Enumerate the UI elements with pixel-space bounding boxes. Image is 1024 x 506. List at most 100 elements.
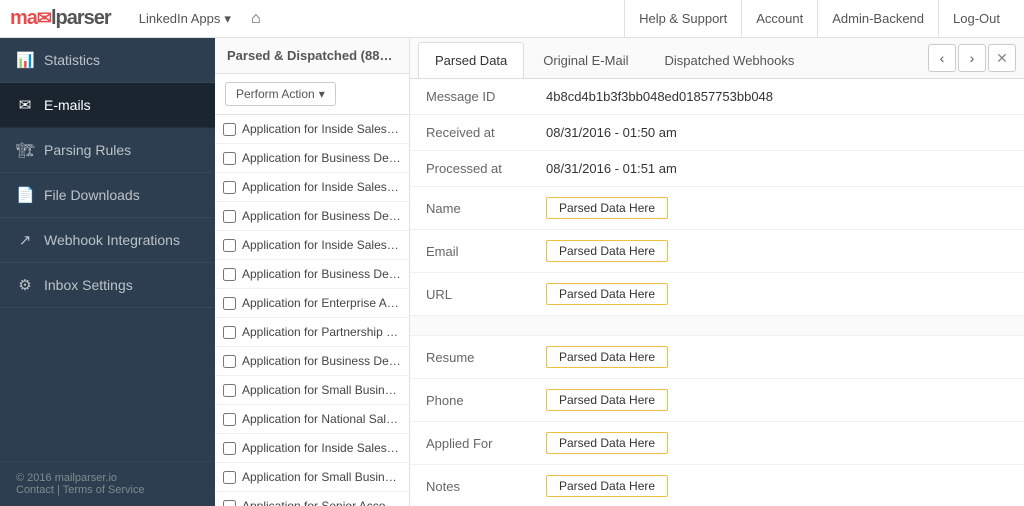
parsed-badge-phone: Parsed Data Here bbox=[546, 389, 668, 411]
top-nav: ma✉lparser LinkedIn Apps ▾ ⌂ Help & Supp… bbox=[0, 0, 1024, 38]
account-link[interactable]: Account bbox=[741, 0, 817, 38]
list-item-checkbox[interactable] bbox=[223, 152, 236, 165]
list-item[interactable]: Application for National Sales ... bbox=[215, 405, 409, 434]
tab-dispatched-webhooks[interactable]: Dispatched Webhooks bbox=[648, 42, 812, 78]
list-item-checkbox[interactable] bbox=[223, 326, 236, 339]
received-at-value: 08/31/2016 - 01:50 am bbox=[530, 115, 1024, 151]
list-item[interactable]: Application for Senior Account... bbox=[215, 492, 409, 506]
terms-link[interactable]: Terms of Service bbox=[63, 484, 145, 496]
sidebar: 📊 Statistics ✉ E-mails 🏗 Parsing Rules 📄… bbox=[0, 38, 215, 506]
parsed-badge-email: Parsed Data Here bbox=[546, 240, 668, 262]
list-item-checkbox[interactable] bbox=[223, 297, 236, 310]
linkedin-apps-dropdown-icon: ▾ bbox=[224, 11, 231, 27]
contact-link[interactable]: Contact bbox=[16, 484, 54, 496]
name-value: Parsed Data Here bbox=[530, 187, 1024, 230]
logout-link[interactable]: Log-Out bbox=[938, 0, 1014, 38]
sidebar-item-webhook-integrations[interactable]: ↗ Webhook Integrations bbox=[0, 218, 215, 263]
list-item-label: Application for Business Deve... bbox=[242, 151, 401, 165]
notes-value: Parsed Data Here bbox=[530, 465, 1024, 506]
perform-action-button[interactable]: Perform Action ▾ bbox=[225, 82, 336, 106]
main-layout: 📊 Statistics ✉ E-mails 🏗 Parsing Rules 📄… bbox=[0, 38, 1024, 506]
list-item[interactable]: Application for Partnership Sa... bbox=[215, 318, 409, 347]
table-row: Resume Parsed Data Here bbox=[410, 336, 1024, 379]
detail-panel: Parsed Data Original E-Mail Dispatched W… bbox=[410, 38, 1024, 506]
detail-content: Message ID 4b8cd4b1b3f3bb048ed01857753bb… bbox=[410, 79, 1024, 506]
close-button[interactable]: ✕ bbox=[988, 44, 1016, 72]
list-item-label: Application for Business Deve... bbox=[242, 354, 401, 368]
logo-icon: ✉ bbox=[37, 8, 51, 28]
list-item[interactable]: Application for Enterprise Acc... bbox=[215, 289, 409, 318]
list-item-label: Application for Inside Sales fro... bbox=[242, 180, 401, 194]
tab-parsed-data[interactable]: Parsed Data bbox=[418, 42, 524, 78]
email-value: Parsed Data Here bbox=[530, 230, 1024, 273]
email-list-panel: Parsed & Dispatched (8813) Perform Actio… bbox=[215, 38, 410, 506]
statistics-icon: 📊 bbox=[16, 51, 34, 69]
sidebar-item-parsing-rules[interactable]: 🏗 Parsing Rules bbox=[0, 128, 215, 173]
home-icon[interactable]: ⌂ bbox=[243, 10, 269, 28]
sidebar-item-statistics[interactable]: 📊 Statistics bbox=[0, 38, 215, 83]
list-item-label: Application for Senior Account... bbox=[242, 499, 401, 506]
table-row: Message ID 4b8cd4b1b3f3bb048ed01857753bb… bbox=[410, 79, 1024, 115]
list-item-checkbox[interactable] bbox=[223, 239, 236, 252]
admin-backend-link[interactable]: Admin-Backend bbox=[817, 0, 938, 38]
next-button[interactable]: › bbox=[958, 44, 986, 72]
phone-value: Parsed Data Here bbox=[530, 379, 1024, 422]
applied-for-label: Applied For bbox=[410, 422, 530, 465]
list-item-checkbox[interactable] bbox=[223, 413, 236, 426]
list-item[interactable]: Application for Business Deve... bbox=[215, 260, 409, 289]
parsed-badge-applied-for: Parsed Data Here bbox=[546, 432, 668, 454]
list-item-checkbox[interactable] bbox=[223, 500, 236, 506]
content-area: Parsed & Dispatched (8813) Perform Actio… bbox=[215, 38, 1024, 506]
parsed-badge-resume: Parsed Data Here bbox=[546, 346, 668, 368]
list-item[interactable]: Application for Business Deve... bbox=[215, 347, 409, 376]
webhook-icon: ↗ bbox=[16, 231, 34, 249]
list-item[interactable]: Application for Inside Sales fro... bbox=[215, 434, 409, 463]
resume-label: Resume bbox=[410, 336, 530, 379]
parsed-badge-name: Parsed Data Here bbox=[546, 197, 668, 219]
list-item-checkbox[interactable] bbox=[223, 355, 236, 368]
sidebar-footer: © 2016 mailparser.io Contact | Terms of … bbox=[0, 461, 215, 506]
sidebar-item-inbox-settings[interactable]: ⚙ Inbox Settings bbox=[0, 263, 215, 308]
tab-original-email[interactable]: Original E-Mail bbox=[526, 42, 645, 78]
list-item[interactable]: Application for Small Business... bbox=[215, 376, 409, 405]
list-item-checkbox[interactable] bbox=[223, 181, 236, 194]
list-item-checkbox[interactable] bbox=[223, 210, 236, 223]
logo: ma✉lparser bbox=[10, 7, 111, 30]
list-item-checkbox[interactable] bbox=[223, 268, 236, 281]
list-item[interactable]: Application for Business Deve... bbox=[215, 144, 409, 173]
list-item-label: Application for Small Business... bbox=[242, 383, 401, 397]
list-item-checkbox[interactable] bbox=[223, 442, 236, 455]
list-item-checkbox[interactable] bbox=[223, 123, 236, 136]
phone-label: Phone bbox=[410, 379, 530, 422]
list-item[interactable]: Application for Small Business... bbox=[215, 463, 409, 492]
list-item-label: Application for Business Deve... bbox=[242, 209, 401, 223]
parsing-rules-icon: 🏗 bbox=[16, 141, 34, 159]
detail-table: Message ID 4b8cd4b1b3f3bb048ed01857753bb… bbox=[410, 79, 1024, 316]
email-list-header: Parsed & Dispatched (8813) bbox=[215, 38, 409, 74]
sidebar-item-emails[interactable]: ✉ E-mails bbox=[0, 83, 215, 128]
sidebar-item-file-downloads[interactable]: 📄 File Downloads bbox=[0, 173, 215, 218]
list-item[interactable]: Application for Inside Sales fro... bbox=[215, 173, 409, 202]
name-label: Name bbox=[410, 187, 530, 230]
detail-table-2: Resume Parsed Data Here Phone Parsed Dat… bbox=[410, 336, 1024, 506]
sidebar-label-statistics: Statistics bbox=[44, 52, 100, 68]
sidebar-label-inbox-settings: Inbox Settings bbox=[44, 277, 133, 293]
prev-button[interactable]: ‹ bbox=[928, 44, 956, 72]
notes-label: Notes bbox=[410, 465, 530, 506]
table-row: Processed at 08/31/2016 - 01:51 am bbox=[410, 151, 1024, 187]
list-item-label: Application for Partnership Sa... bbox=[242, 325, 401, 339]
sidebar-label-file-downloads: File Downloads bbox=[44, 187, 140, 203]
table-row: Applied For Parsed Data Here bbox=[410, 422, 1024, 465]
processed-at-value: 08/31/2016 - 01:51 am bbox=[530, 151, 1024, 187]
linkedin-apps-nav[interactable]: LinkedIn Apps ▾ bbox=[131, 11, 239, 27]
list-item-checkbox[interactable] bbox=[223, 471, 236, 484]
list-item[interactable]: Application for Business Deve... bbox=[215, 202, 409, 231]
list-item-label: Application for Enterprise Acc... bbox=[242, 296, 401, 310]
list-item[interactable]: Application for Inside Sales fro... bbox=[215, 115, 409, 144]
logo-red: ma bbox=[10, 7, 37, 29]
table-row: Phone Parsed Data Here bbox=[410, 379, 1024, 422]
list-item[interactable]: Application for Inside Sales fro... bbox=[215, 231, 409, 260]
list-item-checkbox[interactable] bbox=[223, 384, 236, 397]
help-support-link[interactable]: Help & Support bbox=[624, 0, 741, 38]
message-id-label: Message ID bbox=[410, 79, 530, 115]
